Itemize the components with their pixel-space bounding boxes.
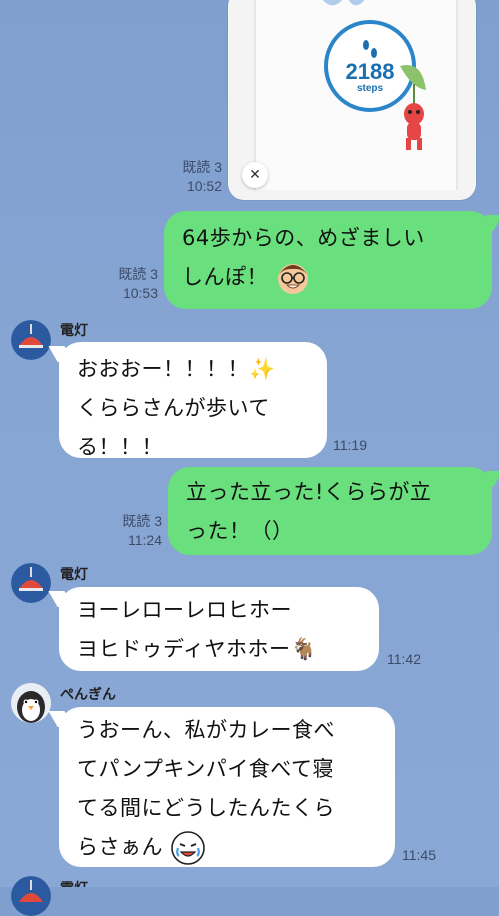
message-line: らさぁん: [77, 835, 163, 859]
message-time: 11:24: [128, 532, 162, 548]
message-line: 64歩からの、めざましい: [182, 226, 425, 250]
message-time: 11:19: [333, 437, 367, 453]
sender-name: 電灯: [60, 322, 88, 338]
message-meta: 既読 3 10:52: [160, 158, 222, 196]
message-bubble[interactable]: 64歩からの、めざましい しんぽ！: [164, 211, 499, 309]
penguin-avatar[interactable]: [11, 683, 51, 723]
message-time: 10:52: [186, 178, 222, 194]
lamp-avatar[interactable]: [11, 563, 51, 603]
read-receipt: 既読 3: [182, 159, 222, 175]
message-line: った！（）: [186, 519, 294, 543]
message-bubble[interactable]: ヨーレローレロヒホー ヨヒドゥディヤホホー🐐: [48, 587, 379, 671]
steps-screenshot: 2188 steps: [254, 0, 458, 190]
footprints-icon: [363, 39, 377, 58]
steps-value: 2188: [345, 58, 395, 84]
pikmin-character-icon: [400, 65, 426, 150]
message-line: ヨヒドゥディヤホホー🐐: [77, 637, 318, 661]
read-receipt: 既読 3: [118, 266, 158, 282]
penguin-avatar-icon: [11, 683, 51, 723]
message-line: ヨーレローレロヒホー: [77, 598, 292, 622]
lamp-avatar[interactable]: [11, 876, 51, 916]
message-line: 立った立った!くららが立: [186, 480, 432, 504]
sender-name: 電灯: [60, 878, 88, 887]
lamp-avatar-icon: [11, 876, 51, 916]
message-line: うおーん、私がカレー食べ: [77, 718, 335, 742]
flower-icon: [322, 0, 365, 6]
message-line: る！！！: [77, 435, 163, 459]
message-line: てる間にどうしたんたくら: [77, 796, 335, 820]
message-time: 11:45: [402, 847, 436, 863]
crying-face-emoji-icon: [171, 831, 205, 865]
message-meta: 既読 3 10:53: [96, 265, 158, 303]
sender-name: 電灯: [60, 566, 88, 582]
message-bubble[interactable]: 立った立った!くららが立 った！（）: [168, 467, 499, 555]
lamp-avatar[interactable]: [11, 320, 51, 360]
message-line: しんぽ！: [182, 265, 268, 289]
message-bubble[interactable]: おおおー！！！！✨ くららさんが歩いて る！！！: [48, 342, 327, 459]
man-face-emoji-icon: [278, 264, 309, 294]
message-line: くららさんが歩いて: [77, 396, 270, 420]
message-line: おおおー！！！！✨: [77, 357, 276, 381]
close-icon: ✕: [249, 167, 261, 183]
close-button[interactable]: ✕: [242, 162, 268, 188]
read-receipt: 既読 3: [122, 513, 162, 529]
message-time: 11:42: [387, 651, 421, 667]
steps-label: steps: [356, 82, 384, 94]
message-bubble[interactable]: うおーん、私がカレー食べ てパンプキンパイ食べて寝 てる間にどうしたんたくら ら…: [48, 707, 395, 867]
lamp-avatar-icon: [11, 563, 51, 603]
message-line: てパンプキンパイ食べて寝: [77, 757, 334, 781]
message-time: 10:53: [122, 285, 158, 301]
message-meta: 既読 3 11:24: [100, 512, 162, 550]
lamp-avatar-icon: [11, 320, 51, 360]
sender-name: ぺんぎん: [60, 686, 116, 702]
